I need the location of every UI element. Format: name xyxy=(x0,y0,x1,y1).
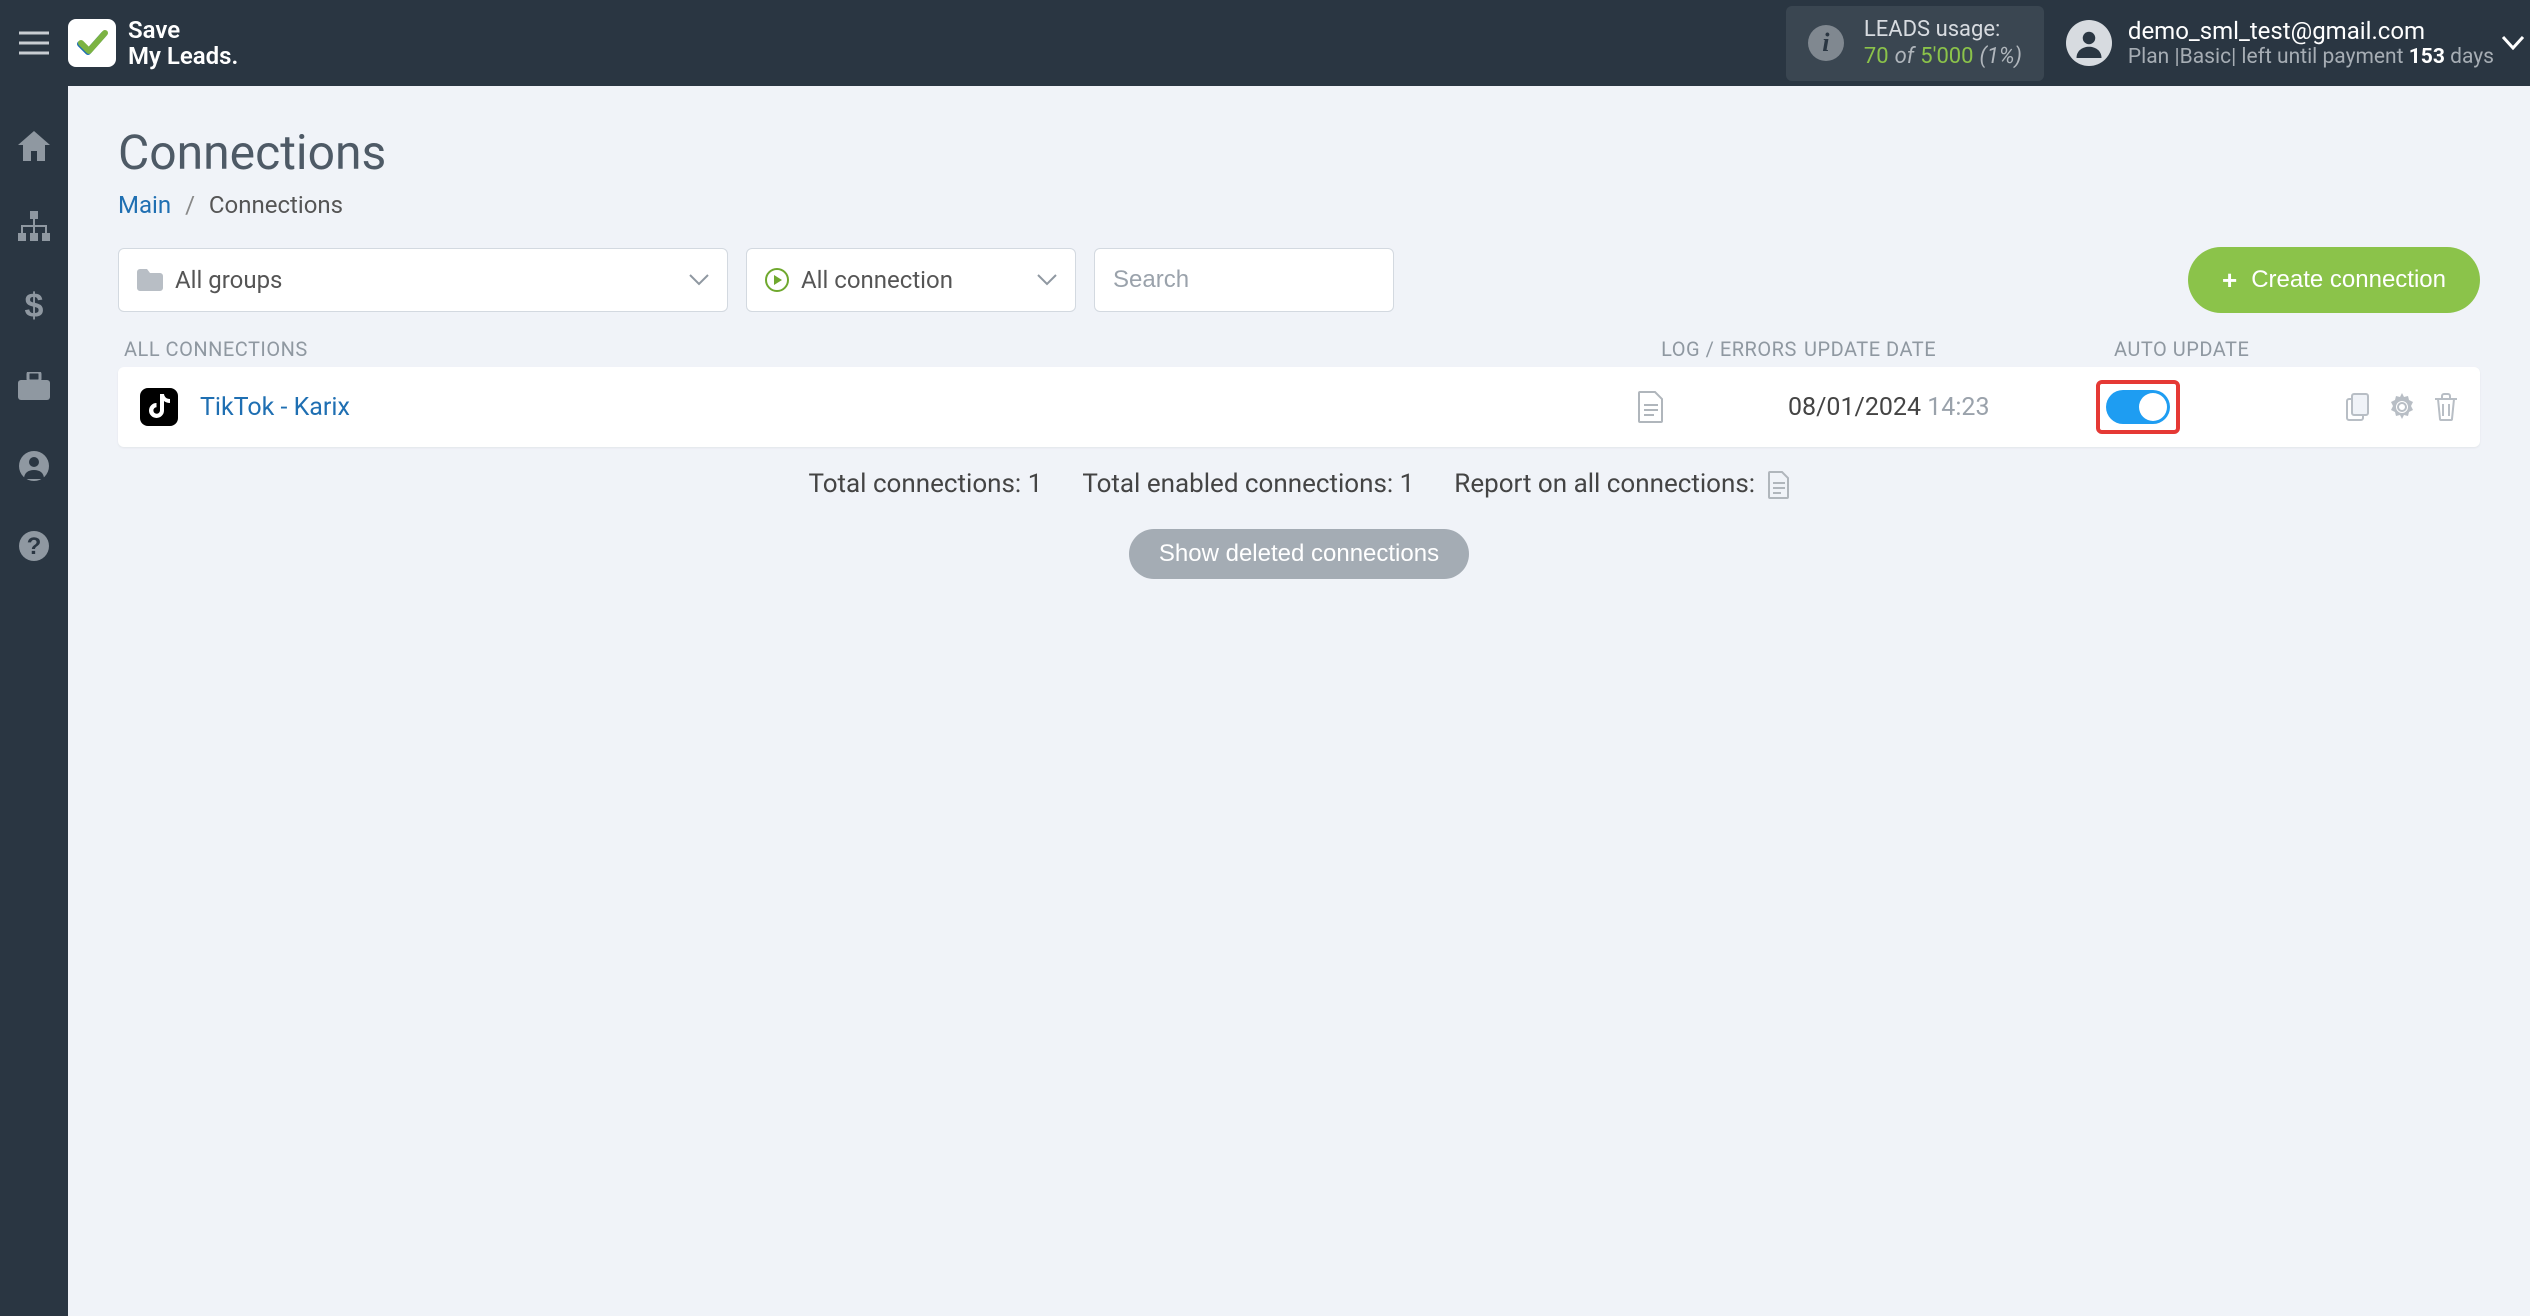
trash-icon xyxy=(2434,393,2458,421)
connection-status-label: All connection xyxy=(801,266,953,294)
logo[interactable]: Save My Leads. xyxy=(68,17,238,70)
search-box xyxy=(1094,248,1394,312)
hamburger-menu[interactable] xyxy=(0,0,68,86)
logo-mark xyxy=(68,19,116,67)
help-icon: ? xyxy=(19,531,49,561)
home-icon xyxy=(18,131,50,161)
check-icon xyxy=(76,27,108,59)
settings-button[interactable] xyxy=(2388,393,2416,421)
filters-row: All groups All connection + Create conne… xyxy=(118,247,2480,313)
plus-icon: + xyxy=(2222,265,2237,296)
actions-cell xyxy=(2298,393,2458,421)
summary-row: Total connections: 1 Total enabled conne… xyxy=(118,469,2480,499)
chevron-down-icon xyxy=(689,274,709,286)
search-input[interactable] xyxy=(1113,266,1375,294)
table-headers: ALL CONNECTIONS LOG / ERRORS UPDATE DATE… xyxy=(118,337,2480,361)
account-menu[interactable]: demo_sml_test@gmail.com Plan |Basic| lef… xyxy=(2066,17,2530,69)
header-log: LOG / ERRORS xyxy=(1654,337,1804,361)
nav-tools[interactable] xyxy=(14,366,54,406)
info-icon: i xyxy=(1808,25,1844,61)
breadcrumb-main[interactable]: Main xyxy=(118,191,171,219)
total-enabled: Total enabled connections: 1 xyxy=(1082,469,1414,499)
leads-usage-values: 70 of 5'000 (1%) xyxy=(1864,43,2022,71)
user-icon xyxy=(19,451,49,481)
nav-connections[interactable] xyxy=(14,206,54,246)
nav-help[interactable]: ? xyxy=(14,526,54,566)
document-icon xyxy=(1768,469,1790,499)
copy-button[interactable] xyxy=(2346,393,2370,421)
total-connections: Total connections: 1 xyxy=(808,469,1042,499)
page-title: Connections xyxy=(118,124,2480,181)
nav-home[interactable] xyxy=(14,126,54,166)
account-plan: Plan |Basic| left until payment 153 days xyxy=(2128,45,2494,69)
chevron-down-icon xyxy=(1037,274,1057,286)
connection-name-link[interactable]: TikTok - Karix xyxy=(200,393,1638,422)
groups-select[interactable]: All groups xyxy=(118,248,728,312)
topbar: Save My Leads. i LEADS usage: 70 of 5'00… xyxy=(0,0,2530,86)
connection-status-select[interactable]: All connection xyxy=(746,248,1076,312)
nav-billing[interactable]: $ xyxy=(14,286,54,326)
tiktok-icon xyxy=(140,388,178,426)
briefcase-icon xyxy=(18,372,50,400)
document-icon xyxy=(1638,391,1664,423)
leads-usage-label: LEADS usage: xyxy=(1864,16,2022,44)
dollar-icon: $ xyxy=(24,289,44,323)
account-email: demo_sml_test@gmail.com xyxy=(2128,17,2494,45)
sitemap-icon xyxy=(18,211,50,241)
menu-icon xyxy=(19,31,49,55)
create-connection-button[interactable]: + Create connection xyxy=(2188,247,2480,313)
highlight-box xyxy=(2096,380,2180,434)
table-row: TikTok - Karix 08/01/2024 14:23 xyxy=(118,367,2480,447)
create-connection-label: Create connection xyxy=(2251,266,2446,294)
report-all[interactable]: Report on all connections: xyxy=(1454,469,1789,499)
copy-icon xyxy=(2346,393,2370,421)
avatar-icon xyxy=(2066,20,2112,66)
delete-button[interactable] xyxy=(2434,393,2458,421)
leads-usage-widget[interactable]: i LEADS usage: 70 of 5'000 (1%) xyxy=(1786,6,2044,81)
svg-text:$: $ xyxy=(25,289,44,323)
toggle-knob xyxy=(2139,393,2167,421)
header-date: UPDATE DATE xyxy=(1804,337,2054,361)
chevron-down-icon[interactable] xyxy=(2502,36,2524,50)
gear-icon xyxy=(2388,393,2416,421)
folder-icon xyxy=(137,269,163,291)
main-content: Connections Main / Connections All group… xyxy=(68,86,2530,1316)
auto-update-toggle[interactable] xyxy=(2106,390,2170,424)
breadcrumb-current: Connections xyxy=(209,191,343,219)
header-auto: AUTO UPDATE xyxy=(2054,337,2314,361)
date-cell: 08/01/2024 14:23 xyxy=(1788,393,2038,422)
show-deleted-button[interactable]: Show deleted connections xyxy=(1129,529,1469,579)
nav-profile[interactable] xyxy=(14,446,54,486)
sidenav: $ ? xyxy=(0,86,68,1316)
breadcrumb: Main / Connections xyxy=(118,191,2480,219)
play-circle-icon xyxy=(765,268,789,292)
svg-text:?: ? xyxy=(27,533,42,560)
logo-text: Save My Leads. xyxy=(128,17,238,70)
log-cell[interactable] xyxy=(1638,391,1788,423)
groups-select-label: All groups xyxy=(175,266,282,294)
auto-update-cell xyxy=(2038,380,2298,434)
header-name: ALL CONNECTIONS xyxy=(124,337,1654,361)
